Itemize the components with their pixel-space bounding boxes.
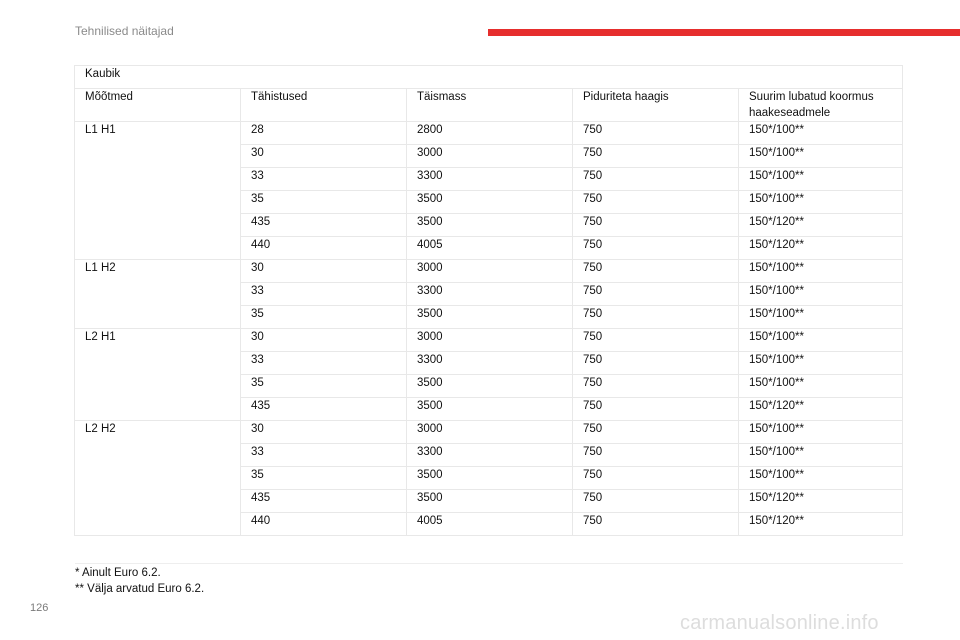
unbraked-trailer-cell: 750 [572,443,739,467]
designation-cell: 30 [240,420,407,444]
towbar-load-cell: 150*/100** [738,466,903,490]
designation-cell: 435 [240,489,407,513]
towbar-load-cell: 150*/120** [738,236,903,260]
table-header-row: Mõõtmed Tähistused Täismass Piduriteta h… [74,88,903,122]
towbar-load-cell: 150*/100** [738,443,903,467]
designation-cell: 435 [240,213,407,237]
table-caption: Kaubik [74,65,903,89]
towbar-load-cell: 150*/100** [738,259,903,283]
unbraked-trailer-cell: 750 [572,282,739,306]
gross-mass-cell: 3000 [406,328,573,352]
column-header-max-towbar-load: Suurim lubatud koormus haakeseadmele [738,88,903,122]
table-body: L1 H1 28 2800 750 150*/100** 30 3000 750 150*/10… [74,121,903,536]
towbar-load-cell: 150*/100** [738,167,903,191]
towbar-load-cell: 150*/120** [738,489,903,513]
designation-cell: 30 [240,144,407,168]
unbraked-trailer-cell: 750 [572,121,739,145]
designation-cell: 35 [240,190,407,214]
gross-mass-cell: 3000 [406,420,573,444]
unbraked-trailer-cell: 750 [572,213,739,237]
table-row: L2 H2 30 3000 750 150*/100** [74,420,903,536]
unbraked-trailer-cell: 750 [572,259,739,283]
designation-cell: 33 [240,167,407,191]
gross-mass-cell: 2800 [406,121,573,145]
designation-cell: 30 [240,328,407,352]
towbar-load-cell: 150*/100** [738,121,903,145]
designation-cell: 440 [240,236,407,260]
dimension-cell: L1 H2 [74,259,241,329]
designation-cell: 440 [240,512,407,536]
gross-mass-cell: 3500 [406,190,573,214]
unbraked-trailer-cell: 750 [572,328,739,352]
unbraked-trailer-cell: 750 [572,351,739,375]
unbraked-trailer-cell: 750 [572,144,739,168]
column-header-unbraked-trailer: Piduriteta haagis [572,88,739,122]
gross-mass-cell: 3300 [406,443,573,467]
unbraked-trailer-cell: 750 [572,190,739,214]
footnote: ** Välja arvatud Euro 6.2. [75,583,205,595]
unbraked-trailer-cell: 750 [572,489,739,513]
gross-mass-cell: 4005 [406,512,573,536]
footnotes: * Ainult Euro 6.2. ** Välja arvatud Euro… [75,563,903,597]
towbar-load-cell: 150*/100** [738,144,903,168]
table-row: L1 H2 30 3000 750 150*/100** [74,259,903,329]
towbar-load-cell: 150*/100** [738,420,903,444]
spec-table: Kaubik Mõõtmed Tähistused Täismass Pidur… [74,65,903,536]
designation-cell: 35 [240,374,407,398]
towbar-load-cell: 150*/120** [738,512,903,536]
towbar-load-cell: 150*/100** [738,351,903,375]
unbraked-trailer-cell: 750 [572,374,739,398]
gross-mass-cell: 3500 [406,397,573,421]
table-row: L2 H1 30 3000 750 150*/100** [74,328,903,421]
unbraked-trailer-cell: 750 [572,236,739,260]
column-header-designations: Tähistused [240,88,407,122]
dimension-cell: L1 H1 [74,121,241,260]
towbar-load-cell: 150*/100** [738,328,903,352]
unbraked-trailer-cell: 750 [572,420,739,444]
dimension-cell: L2 H1 [74,328,241,421]
gross-mass-cell: 3000 [406,259,573,283]
page-number: 126 [30,602,49,614]
gross-mass-cell: 3300 [406,351,573,375]
towbar-load-cell: 150*/120** [738,213,903,237]
watermark: carmanualsonline.info [680,612,879,634]
unbraked-trailer-cell: 750 [572,305,739,329]
unbraked-trailer-cell: 750 [572,167,739,191]
towbar-load-cell: 150*/100** [738,374,903,398]
designation-cell: 35 [240,305,407,329]
towbar-load-cell: 150*/100** [738,190,903,214]
footnote: * Ainult Euro 6.2. [75,567,161,579]
gross-mass-cell: 3500 [406,305,573,329]
designation-cell: 33 [240,282,407,306]
gross-mass-cell: 3500 [406,466,573,490]
unbraked-trailer-cell: 750 [572,397,739,421]
designation-cell: 35 [240,466,407,490]
towbar-load-cell: 150*/100** [738,282,903,306]
towbar-load-cell: 150*/120** [738,397,903,421]
column-header-gross-mass: Täismass [406,88,573,122]
designation-cell: 33 [240,351,407,375]
designation-cell: 435 [240,397,407,421]
gross-mass-cell: 4005 [406,236,573,260]
designation-cell: 33 [240,443,407,467]
towbar-load-cell: 150*/100** [738,305,903,329]
unbraked-trailer-cell: 750 [572,512,739,536]
column-header-dimensions: Mõõtmed [74,88,241,122]
designation-cell: 28 [240,121,407,145]
section-title: Tehnilised näitajad [75,24,174,38]
accent-bar [488,29,960,36]
gross-mass-cell: 3500 [406,374,573,398]
gross-mass-cell: 3300 [406,167,573,191]
table-row: L1 H1 28 2800 750 150*/100** [74,121,903,260]
gross-mass-cell: 3300 [406,282,573,306]
table-caption-row: Kaubik [74,65,903,89]
designation-cell: 30 [240,259,407,283]
dimension-cell: L2 H2 [74,420,241,536]
gross-mass-cell: 3500 [406,489,573,513]
gross-mass-cell: 3000 [406,144,573,168]
unbraked-trailer-cell: 750 [572,466,739,490]
gross-mass-cell: 3500 [406,213,573,237]
